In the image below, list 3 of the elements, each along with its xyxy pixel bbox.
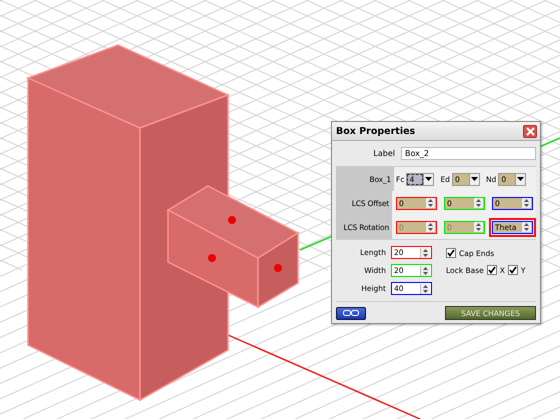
field-label: Label	[373, 149, 395, 158]
dialog-title: Box Properties	[336, 126, 416, 136]
label-input[interactable]: Box_2	[401, 147, 536, 160]
